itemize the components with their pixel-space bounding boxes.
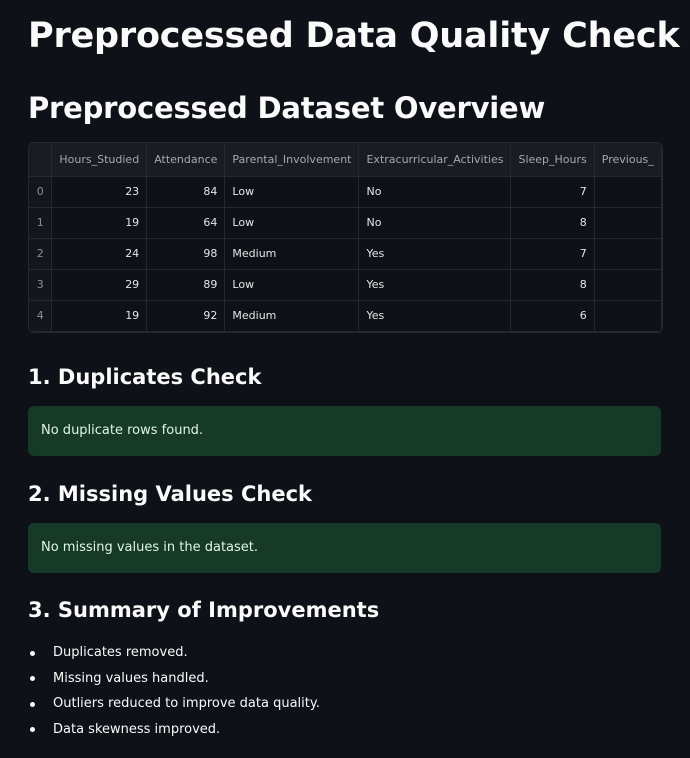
table-cell[interactable]: Low xyxy=(224,207,360,239)
row-index: 2 xyxy=(29,238,53,270)
table-cell[interactable] xyxy=(594,300,662,332)
missing-values-heading: 2. Missing Values Check xyxy=(28,482,312,506)
table-cell[interactable]: No xyxy=(358,207,512,239)
table-row: 3 29 89 Low Yes 8 xyxy=(29,269,662,301)
data-table: Hours_Studied Attendance Parental_Involv… xyxy=(29,143,662,332)
table-cell[interactable]: Low xyxy=(224,269,360,301)
duplicates-message: No duplicate rows found. xyxy=(41,423,204,438)
missing-values-message: No missing values in the dataset. xyxy=(41,540,259,555)
table-cell[interactable]: No xyxy=(358,176,512,208)
column-header[interactable]: Hours_Studied xyxy=(51,143,148,177)
index-header xyxy=(29,143,53,177)
table-cell[interactable]: 92 xyxy=(146,300,226,332)
column-header[interactable]: Extracurricular_Activities xyxy=(358,143,512,177)
summary-heading: 3. Summary of Improvements xyxy=(28,598,380,622)
row-index: 4 xyxy=(29,300,53,332)
row-index: 0 xyxy=(29,176,53,208)
table-cell[interactable]: Yes xyxy=(358,269,512,301)
duplicates-success-alert: No duplicate rows found. xyxy=(28,406,661,456)
table-row: 1 19 64 Low No 8 xyxy=(29,207,662,239)
table-cell[interactable]: 6 xyxy=(510,300,595,332)
overview-heading: Preprocessed Dataset Overview xyxy=(28,91,546,125)
table-cell[interactable] xyxy=(594,207,662,239)
row-index: 1 xyxy=(29,207,53,239)
table-cell[interactable]: Medium xyxy=(224,300,360,332)
table-cell[interactable]: Low xyxy=(224,176,360,208)
table-cell[interactable] xyxy=(594,238,662,270)
list-item: Data skewness improved. xyxy=(28,717,320,743)
table-cell[interactable]: 19 xyxy=(51,300,148,332)
table-cell[interactable]: Yes xyxy=(358,238,512,270)
column-header[interactable]: Attendance xyxy=(146,143,226,177)
missing-values-success-alert: No missing values in the dataset. xyxy=(28,523,661,573)
table-cell[interactable]: 64 xyxy=(146,207,226,239)
table-cell[interactable]: Medium xyxy=(224,238,360,270)
duplicates-heading: 1. Duplicates Check xyxy=(28,365,262,389)
list-item-text: Data skewness improved. xyxy=(53,721,221,737)
table-cell[interactable]: 7 xyxy=(510,176,595,208)
column-header[interactable]: Parental_Involvement xyxy=(224,143,360,177)
table-row: 2 24 98 Medium Yes 7 xyxy=(29,238,662,270)
table-cell[interactable] xyxy=(594,176,662,208)
table-row: 0 23 84 Low No 7 xyxy=(29,176,662,208)
list-item-text: Duplicates removed. xyxy=(53,645,188,660)
app-page: Preprocessed Data Quality Check Preproce… xyxy=(0,0,690,758)
bullet-icon xyxy=(30,676,35,682)
table-cell[interactable]: 24 xyxy=(51,238,148,270)
list-item: Missing values handled. xyxy=(28,666,320,692)
table-cell[interactable]: 98 xyxy=(146,238,226,270)
improvements-list: Duplicates removed. Missing values handl… xyxy=(28,640,320,742)
table-cell[interactable]: 89 xyxy=(146,269,226,301)
table-row: 4 19 92 Medium Yes 6 xyxy=(29,300,662,332)
table-cell[interactable]: Yes xyxy=(358,300,512,332)
table-cell[interactable]: 29 xyxy=(51,269,148,301)
page-title: Preprocessed Data Quality Check xyxy=(28,16,680,56)
bullet-icon xyxy=(30,650,35,656)
table-cell[interactable] xyxy=(594,269,662,301)
list-item-text: Missing values handled. xyxy=(53,670,209,686)
column-header[interactable]: Previous_ xyxy=(594,143,662,177)
column-header[interactable]: Sleep_Hours xyxy=(510,143,595,177)
table-cell[interactable]: 23 xyxy=(51,176,148,208)
list-item: Outliers reduced to improve data quality… xyxy=(28,691,320,717)
dataframe-table[interactable]: Hours_Studied Attendance Parental_Involv… xyxy=(28,142,663,333)
list-item: Duplicates removed. xyxy=(28,640,320,666)
table-cell[interactable]: 7 xyxy=(510,238,595,270)
table-cell[interactable]: 84 xyxy=(146,176,226,208)
bullet-icon xyxy=(30,727,35,733)
list-item-text: Outliers reduced to improve data quality… xyxy=(53,696,320,712)
row-index: 3 xyxy=(29,269,53,301)
table-header-row: Hours_Studied Attendance Parental_Involv… xyxy=(29,143,662,177)
table-cell[interactable]: 8 xyxy=(510,207,595,239)
table-cell[interactable]: 8 xyxy=(510,269,595,301)
table-cell[interactable]: 19 xyxy=(51,207,148,239)
bullet-icon xyxy=(30,701,35,707)
